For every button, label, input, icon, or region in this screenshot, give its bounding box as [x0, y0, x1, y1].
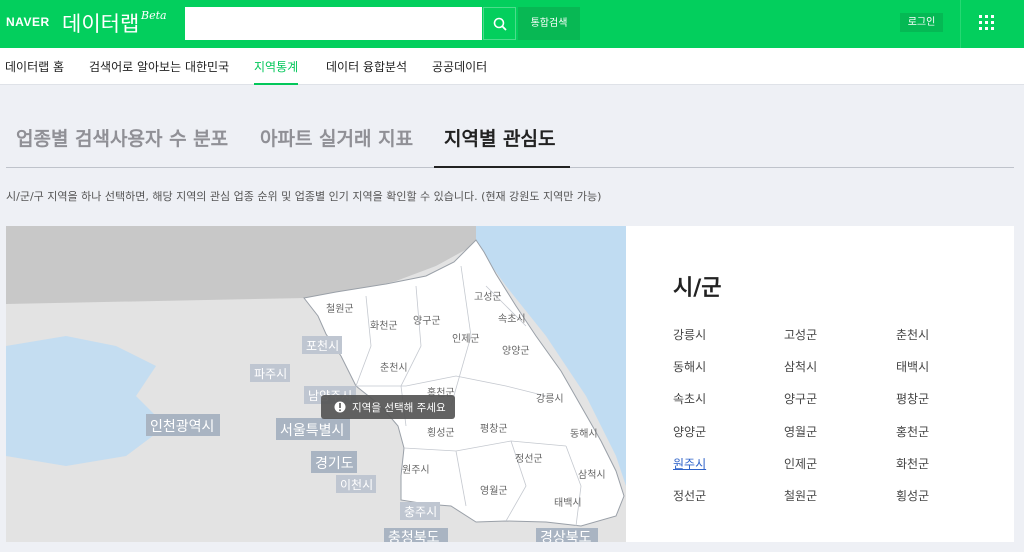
region-item[interactable]: 정선군 — [673, 487, 706, 504]
region-item[interactable]: 홍천군 — [896, 423, 929, 440]
region-item-selected[interactable]: 원주시 — [673, 455, 706, 472]
tab-regional-interest[interactable]: 지역별 관심도 — [434, 124, 570, 168]
region-item[interactable]: 양양군 — [673, 423, 706, 440]
nav-search-korea[interactable]: 검색어로 알아보는 대한민국 — [89, 58, 229, 85]
region-map[interactable]: 인천광역시 서울특별시 경기도 충청북도 경상북도 포천시 파주시 남양주시 이… — [6, 226, 626, 542]
province-gyeongbuk[interactable]: 경상북도 — [540, 530, 592, 542]
province-gyeonggi[interactable]: 경기도 — [315, 456, 354, 472]
province-incheon[interactable]: 인천광역시 — [150, 419, 214, 435]
search-input[interactable] — [185, 7, 482, 40]
top-header: NAVER 데이터랩 Beta 통합검색 로그인 — [0, 0, 1024, 48]
nav-data-fusion[interactable]: 데이터 융합분석 — [326, 58, 407, 85]
map-chuncheon[interactable]: 춘천시 — [380, 362, 408, 374]
region-item[interactable]: 속초시 — [673, 390, 706, 407]
map-tooltip: 지역을 선택해 주세요 — [321, 395, 455, 419]
region-item[interactable]: 삼척시 — [784, 358, 817, 375]
apps-grid-icon[interactable] — [979, 15, 997, 33]
nav-regional-stats[interactable]: 지역통계 — [254, 58, 299, 85]
map-yangyang[interactable]: 양양군 — [502, 345, 530, 357]
description-text: 시/군/구 지역을 하나 선택하면, 해당 지역의 관심 업종 순위 및 업종별… — [6, 190, 602, 203]
province-seoul[interactable]: 서울특별시 — [280, 423, 344, 439]
map-sokcho[interactable]: 속초시 — [498, 313, 526, 325]
map-yeongwol[interactable]: 영월군 — [480, 485, 508, 497]
tab-industry-users[interactable]: 업종별 검색사용자 수 분포 — [16, 124, 228, 168]
city-icheon[interactable]: 이천시 — [340, 477, 373, 492]
region-list-panel: 시/군 강릉시 고성군 춘천시 동해시 삼척시 태백시 속초시 양구군 평창군 … — [626, 226, 1014, 542]
region-item[interactable]: 평창군 — [896, 390, 929, 407]
integrated-search-button[interactable]: 통합검색 — [518, 7, 580, 40]
tab-apartment[interactable]: 아파트 실거래 지표 — [260, 124, 413, 168]
content-tabs: 업종별 검색사용자 수 분포 아파트 실거래 지표 지역별 관심도 — [6, 112, 1014, 168]
login-button[interactable]: 로그인 — [900, 13, 943, 32]
map-inje[interactable]: 인제군 — [452, 333, 480, 345]
main-nav: 데이터랩 홈 검색어로 알아보는 대한민국 지역통계 데이터 융합분석 공공데이… — [0, 48, 1024, 85]
map-jeongseon[interactable]: 정선군 — [515, 453, 543, 465]
map-hwacheon[interactable]: 화천군 — [370, 320, 398, 332]
datalab-title[interactable]: 데이터랩 — [62, 8, 139, 38]
region-item[interactable]: 고성군 — [784, 326, 817, 343]
region-item[interactable]: 철원군 — [784, 487, 817, 504]
region-item[interactable]: 춘천시 — [896, 326, 929, 343]
region-item[interactable]: 강릉시 — [673, 326, 706, 343]
map-wonju[interactable]: 원주시 — [402, 464, 430, 476]
region-item[interactable]: 횡성군 — [896, 487, 929, 504]
nav-public-data[interactable]: 공공데이터 — [432, 58, 487, 85]
map-hoengseong[interactable]: 횡성군 — [427, 427, 455, 439]
map-samcheok[interactable]: 삼척시 — [578, 469, 606, 481]
map-donghae[interactable]: 동해시 — [570, 427, 598, 440]
region-item[interactable]: 영월군 — [784, 423, 817, 440]
map-area[interactable]: 인천광역시 서울특별시 경기도 충청북도 경상북도 포천시 파주시 남양주시 이… — [6, 226, 626, 542]
divider — [960, 0, 961, 48]
city-pocheon[interactable]: 포천시 — [306, 338, 339, 353]
map-taebaek[interactable]: 태백시 — [554, 497, 582, 509]
nav-datalab-home[interactable]: 데이터랩 홈 — [5, 58, 64, 85]
city-paju[interactable]: 파주시 — [254, 367, 287, 381]
region-item[interactable]: 동해시 — [673, 358, 706, 375]
beta-badge: Beta — [141, 9, 167, 22]
region-item[interactable]: 양구군 — [784, 390, 817, 407]
province-chungbuk[interactable]: 충청북도 — [388, 530, 440, 542]
region-item[interactable]: 인제군 — [784, 455, 817, 472]
city-chungju[interactable]: 충주시 — [404, 505, 437, 519]
map-yanggu[interactable]: 양구군 — [413, 315, 441, 327]
tooltip-text: 지역을 선택해 주세요 — [352, 401, 446, 414]
search-icon — [493, 17, 507, 31]
region-item[interactable]: 태백시 — [896, 358, 929, 375]
map-cheorwon[interactable]: 철원군 — [326, 303, 354, 315]
map-goseong[interactable]: 고성군 — [474, 291, 502, 303]
naver-logo[interactable]: NAVER — [6, 15, 50, 29]
map-gangneung[interactable]: 강릉시 — [536, 393, 564, 405]
region-item[interactable]: 화천군 — [896, 455, 929, 472]
search-button[interactable] — [483, 7, 516, 40]
map-pyeongchang[interactable]: 평창군 — [480, 423, 508, 435]
panel-title: 시/군 — [673, 276, 722, 301]
